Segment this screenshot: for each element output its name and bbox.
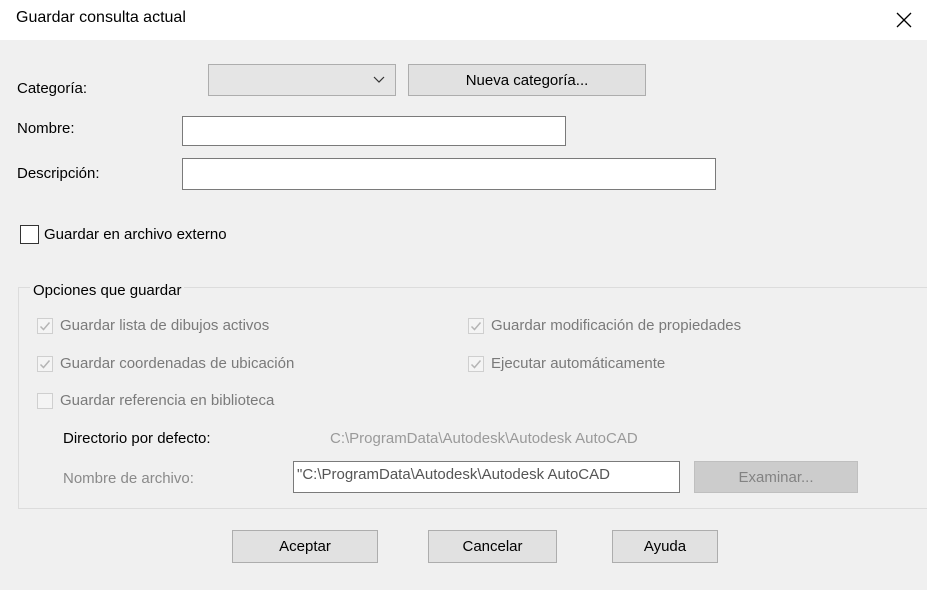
save-property-changes-label: Guardar modificación de propiedades [491, 317, 742, 334]
external-file-label: Guardar en archivo externo [44, 226, 227, 243]
close-icon [896, 12, 912, 28]
window-title: Guardar consulta actual [16, 9, 186, 26]
cancel-button[interactable]: Cancelar [428, 530, 557, 563]
ok-button[interactable]: Aceptar [232, 530, 378, 563]
default-dir-value: C:\ProgramData\Autodesk\Autodesk AutoCAD [330, 430, 638, 447]
save-location-coords-checkbox[interactable] [37, 356, 53, 372]
checkmark-icon [39, 322, 51, 331]
checkmark-icon [39, 360, 51, 369]
options-group-title: Opciones que guardar [30, 282, 185, 299]
categoria-dropdown[interactable] [208, 64, 396, 96]
run-automatically-checkbox[interactable] [468, 356, 484, 372]
categoria-label: Categoría: [17, 80, 88, 97]
nombre-label: Nombre: [17, 120, 75, 137]
file-name-value: "C:\ProgramData\Autodesk\Autodesk AutoCA… [297, 466, 610, 483]
save-location-coords-label: Guardar coordenadas de ubicación [60, 355, 295, 372]
chevron-down-icon [373, 76, 385, 83]
help-button[interactable]: Ayuda [612, 530, 718, 563]
close-button[interactable] [881, 0, 927, 40]
nueva-categoria-button[interactable]: Nueva categoría... [408, 64, 646, 96]
external-file-checkbox[interactable] [20, 225, 39, 244]
save-library-reference-label: Guardar referencia en biblioteca [60, 392, 275, 409]
nombre-field[interactable] [182, 116, 566, 146]
browse-button[interactable]: Examinar... [694, 461, 858, 493]
save-active-drawings-label: Guardar lista de dibujos activos [60, 317, 270, 334]
title-bar: Guardar consulta actual [0, 0, 927, 40]
default-dir-label: Directorio por defecto: [63, 430, 211, 447]
save-library-reference-checkbox[interactable] [37, 393, 53, 409]
descripcion-label: Descripción: [17, 165, 100, 182]
checkmark-icon [470, 322, 482, 331]
save-active-drawings-checkbox[interactable] [37, 318, 53, 334]
descripcion-field[interactable] [182, 158, 716, 190]
checkmark-icon [470, 360, 482, 369]
file-name-field[interactable]: "C:\ProgramData\Autodesk\Autodesk AutoCA… [293, 461, 680, 493]
save-property-changes-checkbox[interactable] [468, 318, 484, 334]
file-name-label: Nombre de archivo: [63, 470, 194, 487]
run-automatically-label: Ejecutar automáticamente [491, 355, 666, 372]
